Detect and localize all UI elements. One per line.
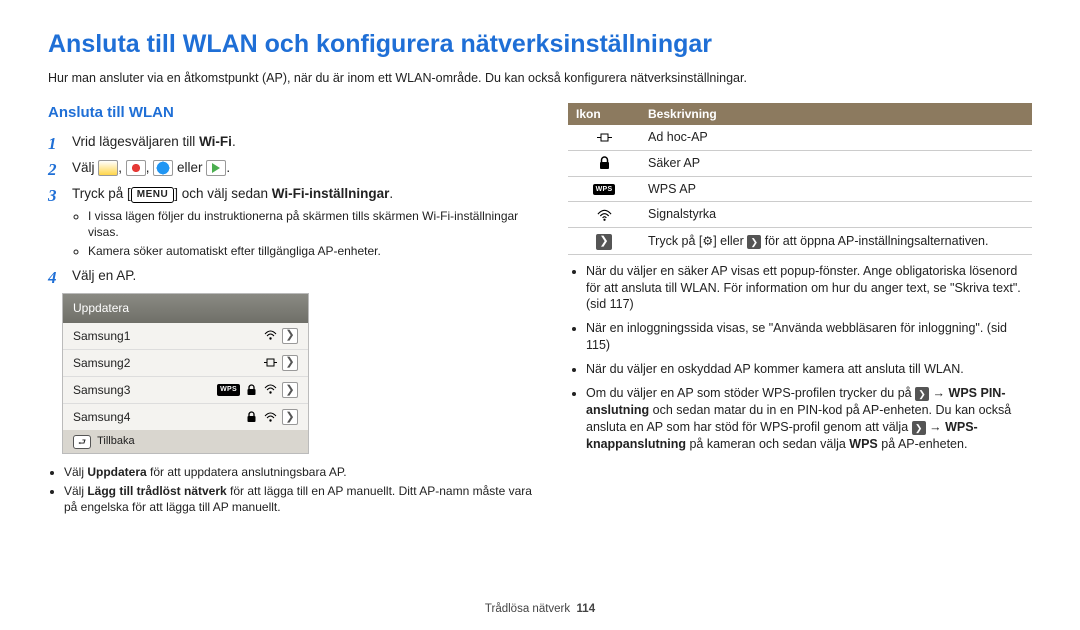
step-3-sub-2: Kamera söker automatiskt efter tillgängl… bbox=[88, 243, 538, 259]
wps-icon: WPS bbox=[217, 384, 240, 395]
th-icon: Ikon bbox=[568, 103, 640, 125]
step-3-text-a: Tryck på [ bbox=[72, 186, 131, 201]
wifi-label: Wi-Fi bbox=[199, 134, 232, 149]
ap-row: Samsung3 WPS ❯ bbox=[63, 377, 308, 404]
table-row: Signalstyrka bbox=[568, 202, 1032, 228]
signal-icon bbox=[597, 208, 612, 223]
lock-icon bbox=[244, 382, 259, 397]
ap-row: Samsung2 ❯ bbox=[63, 350, 308, 377]
cell-desc: WPS AP bbox=[640, 176, 1032, 202]
ap-list-box: Uppdatera Samsung1 ❯ Samsung2 bbox=[62, 293, 309, 454]
table-row: WPS WPS AP bbox=[568, 176, 1032, 202]
step-2: Välj , , eller . bbox=[48, 159, 538, 177]
mode-icon-4 bbox=[206, 160, 226, 176]
ap-row-name: Samsung1 bbox=[73, 328, 263, 344]
ap-row-name: Samsung4 bbox=[73, 409, 244, 425]
wps-icon: WPS bbox=[593, 184, 616, 195]
cell-desc: Signalstyrka bbox=[640, 202, 1032, 228]
chevron-right-icon: ❯ bbox=[282, 355, 298, 371]
chevron-right-icon: ❯ bbox=[912, 421, 926, 435]
adhoc-icon bbox=[597, 130, 612, 145]
page-footer: Trådlösa nätverk 114 bbox=[0, 602, 1080, 618]
step-2-text-e: . bbox=[226, 160, 230, 175]
chevron-right-icon: ❯ bbox=[915, 387, 929, 401]
lock-icon bbox=[244, 410, 259, 425]
step-4: Välj en AP. bbox=[48, 267, 538, 285]
chevron-right-icon: ❯ bbox=[282, 328, 298, 344]
ap-row-name: Samsung3 bbox=[73, 382, 217, 398]
step-1-text-c: . bbox=[232, 134, 236, 149]
table-row: Ad hoc-AP bbox=[568, 125, 1032, 150]
table-row: Säker AP bbox=[568, 150, 1032, 176]
step-3-sub-1: I vissa lägen följer du instruktionerna … bbox=[88, 208, 538, 240]
ap-row: Samsung1 ❯ bbox=[63, 323, 308, 350]
post-note-2: Välj Lägg till trådlöst nätverk för att … bbox=[64, 483, 538, 515]
step-2-sep-3: eller bbox=[173, 160, 206, 175]
step-2-text-a: Välj bbox=[72, 160, 98, 175]
chevron-right-icon: ❯ bbox=[596, 234, 612, 250]
ap-row-name: Samsung2 bbox=[73, 355, 263, 371]
step-2-sep-2: , bbox=[146, 160, 154, 175]
mode-icon-1 bbox=[98, 160, 118, 176]
step-1-text-a: Vrid lägesväljaren till bbox=[72, 134, 199, 149]
back-pill-icon: ⮐ bbox=[73, 435, 91, 449]
signal-icon bbox=[263, 328, 278, 343]
step-1: Vrid lägesväljaren till Wi-Fi. bbox=[48, 133, 538, 151]
left-heading: Ansluta till WLAN bbox=[48, 103, 538, 123]
ap-list-header: Uppdatera bbox=[63, 294, 308, 322]
ap-list-footer: ⮐ Tillbaka bbox=[63, 430, 308, 453]
table-row: ❯ Tryck på [⚙] eller ❯ för att öppna AP-… bbox=[568, 228, 1032, 254]
icon-legend-table: Ikon Beskrivning Ad hoc-AP Säker AP bbox=[568, 103, 1032, 255]
right-bullet-1: När du väljer en säker AP visas ett popu… bbox=[586, 263, 1032, 314]
chevron-right-icon: ❯ bbox=[747, 235, 761, 249]
menu-button-icon: MENU bbox=[131, 187, 174, 203]
wifi-settings-bold: Wi-Fi-inställningar bbox=[272, 186, 390, 201]
signal-icon bbox=[263, 382, 278, 397]
right-bullet-4: Om du väljer en AP som stöder WPS-profil… bbox=[586, 385, 1032, 453]
page-title: Ansluta till WLAN och konfigurera nätver… bbox=[48, 28, 1032, 62]
th-desc: Beskrivning bbox=[640, 103, 1032, 125]
ap-row: Samsung4 ❯ bbox=[63, 404, 308, 430]
chevron-right-icon: ❯ bbox=[282, 409, 298, 425]
footer-page: 114 bbox=[577, 603, 596, 615]
step-3-text-c: . bbox=[389, 186, 393, 201]
right-bullet-3: När du väljer en oskyddad AP kommer kame… bbox=[586, 361, 1032, 378]
adhoc-icon bbox=[263, 355, 278, 370]
cell-desc: Ad hoc-AP bbox=[640, 125, 1032, 150]
cell-desc: Säker AP bbox=[640, 150, 1032, 176]
post-note-1: Välj Uppdatera för att uppdatera anslutn… bbox=[64, 464, 538, 480]
lock-icon bbox=[597, 156, 612, 171]
gear-icon: ⚙ bbox=[702, 233, 713, 249]
right-bullet-2: När en inloggningssida visas, se "Använd… bbox=[586, 320, 1032, 354]
mode-icon-3 bbox=[153, 160, 173, 176]
step-3: Tryck på [MENU] och välj sedan Wi-Fi-ins… bbox=[48, 185, 538, 259]
mode-icon-2 bbox=[126, 160, 146, 176]
intro-text: Hur man ansluter via en åtkomstpunkt (AP… bbox=[48, 70, 1032, 87]
signal-icon bbox=[263, 410, 278, 425]
back-label: Tillbaka bbox=[97, 434, 135, 449]
chevron-right-icon: ❯ bbox=[282, 382, 298, 398]
step-2-sep-1: , bbox=[118, 160, 126, 175]
step-3-text-b: ] och välj sedan bbox=[174, 186, 272, 201]
cell-desc: Tryck på [⚙] eller ❯ för att öppna AP-in… bbox=[640, 228, 1032, 254]
footer-label: Trådlösa nätverk bbox=[485, 603, 570, 615]
